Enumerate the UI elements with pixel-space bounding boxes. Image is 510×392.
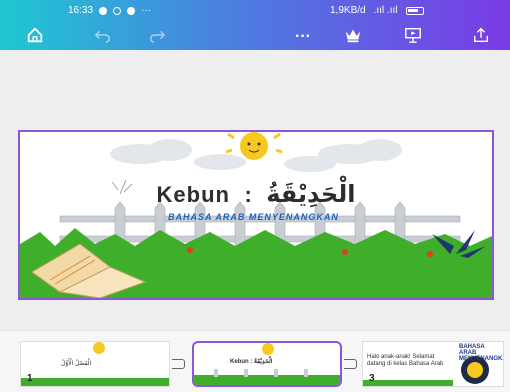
crown-icon[interactable] — [342, 26, 364, 48]
thumbnail-2-text: Kebun : الْحَدِيْقَةُ — [230, 359, 273, 365]
slide-selected[interactable]: Kebun : الْحَدِيْقَةُ BAHASA ARAB MENYEN… — [18, 130, 494, 300]
thumbnail-3-text: Halo anak-anak! Selamat datang di kelas … — [367, 354, 444, 367]
status-bar: 16:33 ··· 1,9KB/d .ııl .ııl — [0, 0, 510, 20]
redo-icon[interactable] — [146, 26, 168, 48]
more-notifications-icon: ··· — [141, 5, 152, 16]
thumbnail-1-text: الْفَصْلُ الْأَوَّلُ — [61, 361, 92, 367]
editor-canvas[interactable]: Kebun : الْحَدِيْقَةُ BAHASA ARAB MENYEN… — [0, 50, 510, 330]
network-speed: 1,9KB/d — [330, 5, 366, 16]
notification-icon — [99, 6, 108, 15]
battery-icon — [405, 6, 424, 15]
share-icon[interactable] — [470, 26, 492, 48]
thumbnail-1[interactable]: الْفَصْلُ الْأَوَّلُ 1 — [20, 341, 170, 387]
app-header: 16:33 ··· 1,9KB/d .ııl .ııl ··· — [0, 0, 510, 50]
title-separator: : — [244, 182, 252, 207]
home-icon[interactable] — [24, 26, 46, 48]
clock: 16:33 — [68, 5, 94, 16]
thumbnail-2-selected[interactable]: Kebun : الْحَدِيْقَةُ — [192, 341, 342, 387]
app-icon — [127, 6, 136, 15]
title-arabic: الْحَدِيْقَةُ — [266, 180, 356, 208]
undo-icon[interactable] — [92, 26, 114, 48]
slide-banner: BAHASA ARAB MENYENANGKAN — [168, 212, 339, 222]
thumbnail-3[interactable]: Halo anak-anak! Selamat datang di kelas … — [362, 341, 504, 387]
slide-thumbnails: الْفَصْلُ الْأَوَّلُ 1 Kebun : الْحَدِيْ… — [0, 330, 510, 392]
thumbnail-3-number: 3 — [369, 373, 375, 384]
thumbnail-1-number: 1 — [27, 373, 33, 384]
editor-toolbar: ··· — [0, 24, 510, 50]
transition-icon[interactable] — [344, 359, 357, 369]
more-icon[interactable]: ··· — [292, 26, 314, 48]
thumbnail-3-badge: BAHASA ARAB MENYENANGKAN — [459, 344, 503, 362]
title-latin: Kebun — [156, 182, 230, 207]
present-icon[interactable] — [402, 26, 424, 48]
signal-icon: .ııl .ııl — [373, 5, 398, 16]
sync-icon — [113, 6, 122, 15]
transition-icon[interactable] — [172, 359, 185, 369]
slide-title: Kebun : الْحَدِيْقَةُ — [20, 180, 492, 208]
